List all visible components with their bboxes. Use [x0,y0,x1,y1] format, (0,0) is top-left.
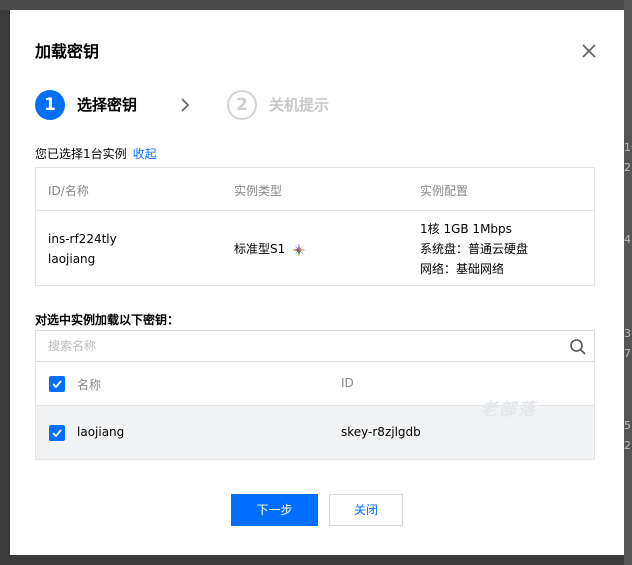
selected-count-text: 您已选择1台实例 [35,147,127,161]
background-page [0,0,632,10]
dialog-title: 加载密钥 [35,42,100,61]
background-page-edge: 10 2 4 3 7 5 2 [624,0,632,565]
instance-type-badge-icon [292,242,307,257]
background-text: 10 [624,141,632,154]
column-header-name: 名称 [77,378,102,392]
instance-type-label: 标准型S1 [234,242,286,256]
step-2-number: 2 [227,90,257,120]
instance-table-header: ID/名称 实例类型 实例配置 [36,168,594,211]
instance-config-disk: 系统盘：普通云硬盘 [420,242,529,256]
chevron-right-icon [178,95,192,115]
background-text: 4 [624,233,631,246]
close-icon[interactable] [578,40,600,62]
instance-table: ID/名称 实例类型 实例配置 ins-rf224tly laojiang 标准… [35,167,595,286]
close-button[interactable]: 关闭 [329,494,403,526]
instance-id: ins-rf224tly [48,232,117,246]
selected-instances-info: 您已选择1台实例 收起 [35,145,157,162]
load-key-dialog: 加载密钥 1 选择密钥 2 关机提示 您已选择1台实例 收起 ID/名称 实例类型… [10,10,624,555]
background-text: 2 [624,161,631,174]
background-text: 5 [624,419,631,432]
column-header-type: 实例类型 [234,184,283,198]
instance-type: 标准型S1 [234,239,307,259]
search-icon[interactable] [569,338,587,356]
collapse-link[interactable]: 收起 [133,147,157,161]
load-key-label: 对选中实例加载以下密钥： [35,313,180,327]
background-text: 7 [624,347,631,360]
step-1-label: 选择密钥 [77,96,138,114]
instance-config-bandwidth: 1核 1GB 1Mbps [420,222,512,236]
background-text: 3 [624,327,631,340]
key-id: skey-r8zjlgdb [341,425,421,439]
select-all-checkbox[interactable] [49,376,65,392]
column-header-id-name: ID/名称 [48,184,89,198]
column-header-key-id: ID [341,376,354,390]
step-1-number: 1 [35,90,65,120]
key-name: laojiang [77,425,125,439]
step-2-label: 关机提示 [269,96,330,114]
watermark: 老部落 [480,400,537,420]
search-input[interactable] [36,331,568,361]
row-checkbox[interactable] [49,425,65,441]
instance-config-network: 网络：基础网络 [420,262,505,276]
column-header-config: 实例配置 [420,184,469,198]
search-box [35,330,595,362]
background-text: 2 [624,439,631,452]
next-button[interactable]: 下一步 [231,494,318,526]
instance-name: laojiang [48,252,96,266]
